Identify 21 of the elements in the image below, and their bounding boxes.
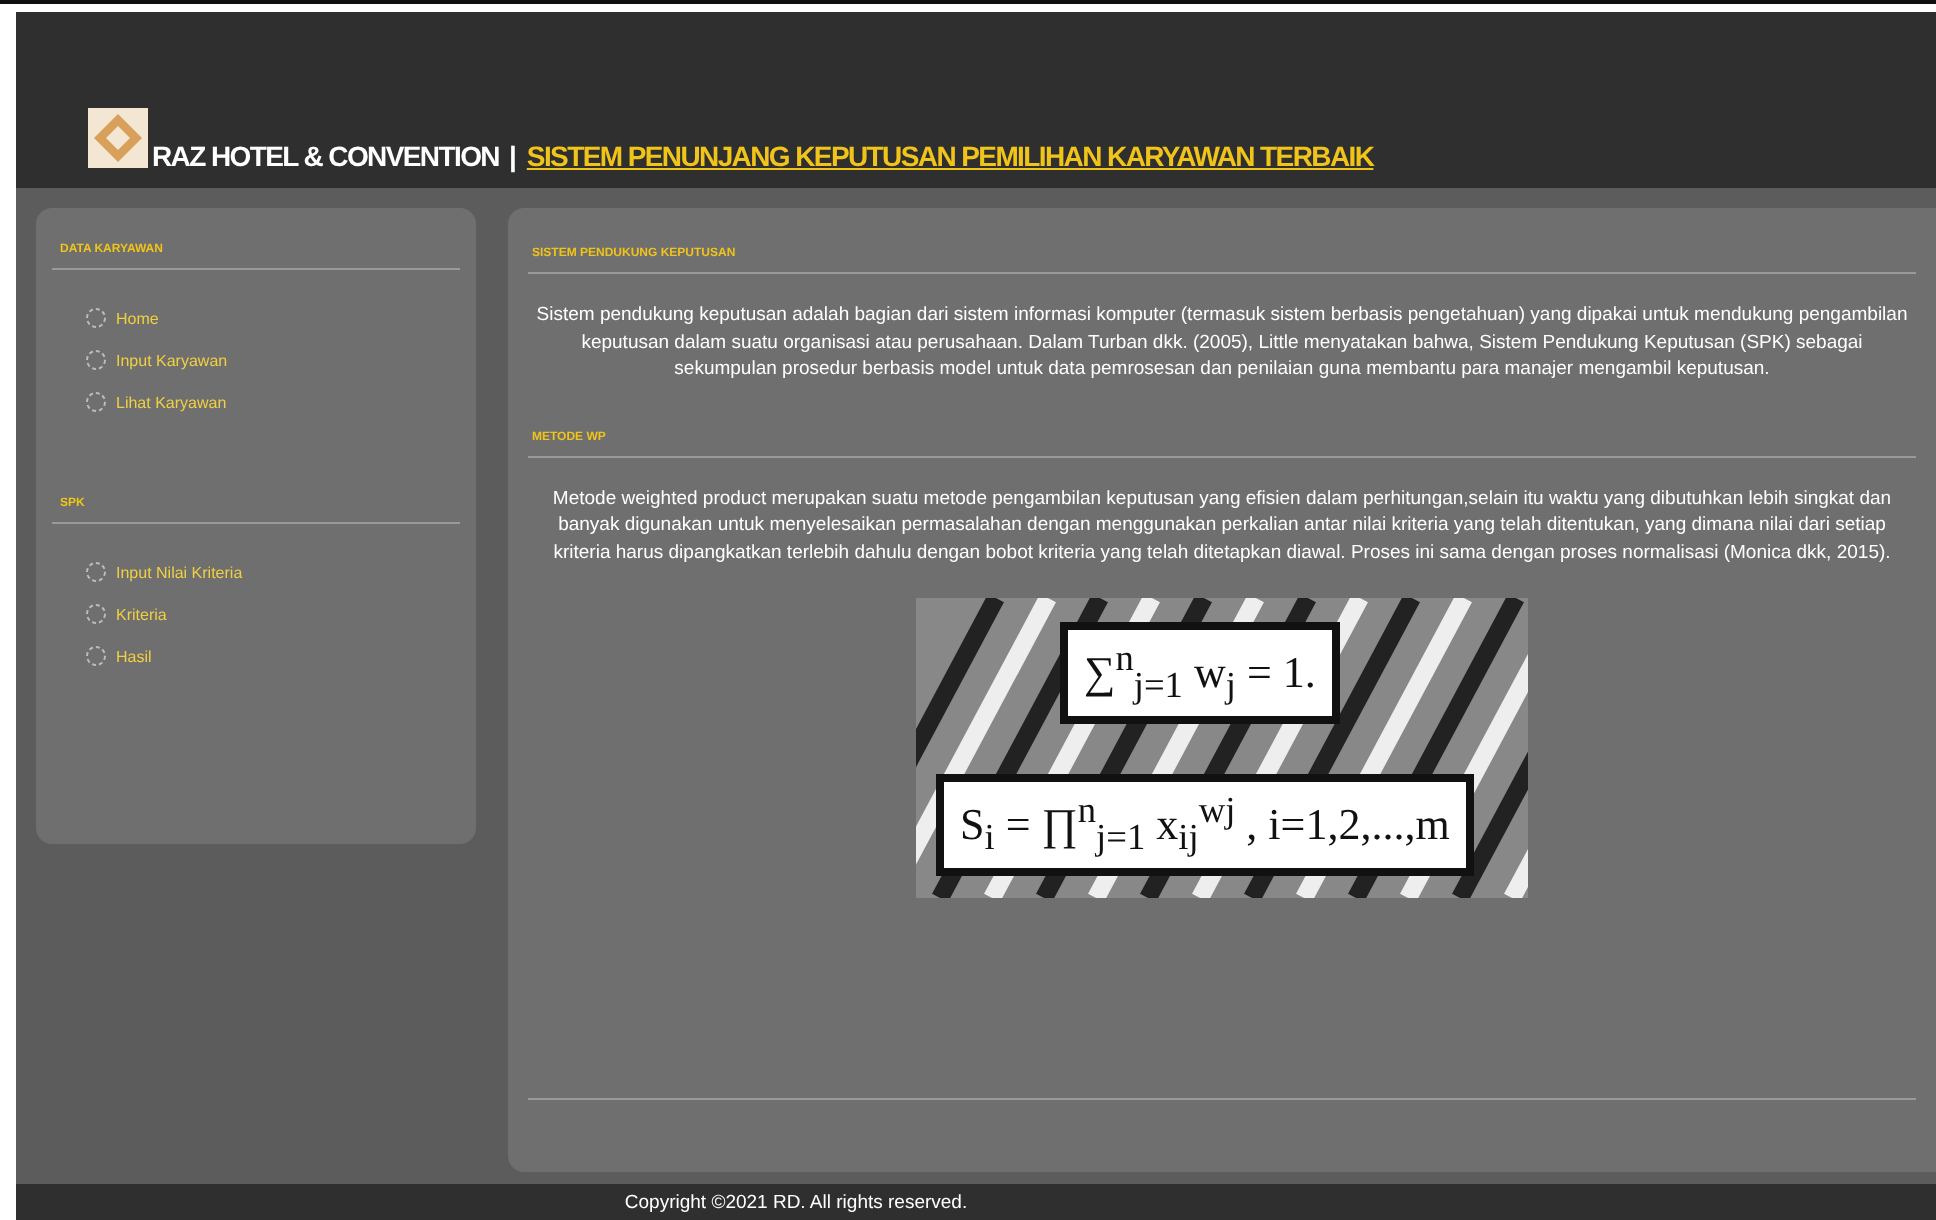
brand-name: RAZ HOTEL & CONVENTION	[152, 140, 499, 172]
sidebar-item[interactable]: Input Karyawan	[84, 348, 228, 372]
sidebar-item[interactable]: Hasil	[84, 644, 152, 668]
section-text: Metode weighted product merupakan suatu metode pengambilan keputusan yang efisien dalam perhitungan,selain itu waktu yang dibutuhkan lebih singkat dan banyak digunakan untuk menyelesaikan permasalahan dengan menggunakan perkalian antar nilai kriteria yang telah ditentukan, yang dimana nilai dari setiap kriteria harus dipangkatkan terlebih dahulu dengan bobot kriteria yang telah ditetapkan diawal. Proses ini sama dengan proses normalisasi (Monica dkk, 2015).	[550, 485, 1894, 566]
copyright-text: Copyright ©2021 RD. All rights reserved.	[624, 1191, 968, 1213]
sidebar-item[interactable]: Home	[84, 306, 159, 330]
bullet-icon	[84, 348, 108, 372]
bullet-icon	[84, 306, 108, 330]
section-text: Sistem pendukung keputusan adalah bagian dari sistem informasi komputer (termasuk sistem berbasis pengetahuan) yang dipakai untuk mendukung pengambilan keputusan dalam suatu organisasi atau perusahaan. Dalam Turban dkk. (2005), Little menyatakan bahwa, Sistem Pendukung Keputusan (SPK) sebagai sekumpulan prosedur berbasis model untuk data pemrosesan dan penilaian guna membantu para manajer mengambil keputusan.	[534, 302, 1910, 383]
title-separator: |	[508, 140, 517, 172]
bullet-icon	[84, 644, 108, 668]
bullet-icon	[84, 602, 108, 626]
bullet-icon	[84, 390, 108, 414]
sidebar-item[interactable]: Kriteria	[84, 602, 167, 626]
logo-icon	[88, 108, 148, 168]
bullet-icon	[84, 560, 108, 584]
app-title: SISTEM PENUNJANG KEPUTUSAN PEMILIHAN KARYAWAN TERBAIK	[526, 140, 1374, 172]
sidebar-item[interactable]: Input Nilai Kriteria	[84, 560, 243, 584]
sidebar-item[interactable]: Lihat Karyawan	[84, 390, 227, 414]
formula: ∑$^{n}$$_{j=1}$ w$_{j}$ = 1.	[1060, 622, 1340, 724]
formula: S$_{i}$ = ∏$^{n}$$_{j=1}$ x$_{ij}$$^{wj}$ , i=1,2,...,m	[936, 774, 1474, 876]
